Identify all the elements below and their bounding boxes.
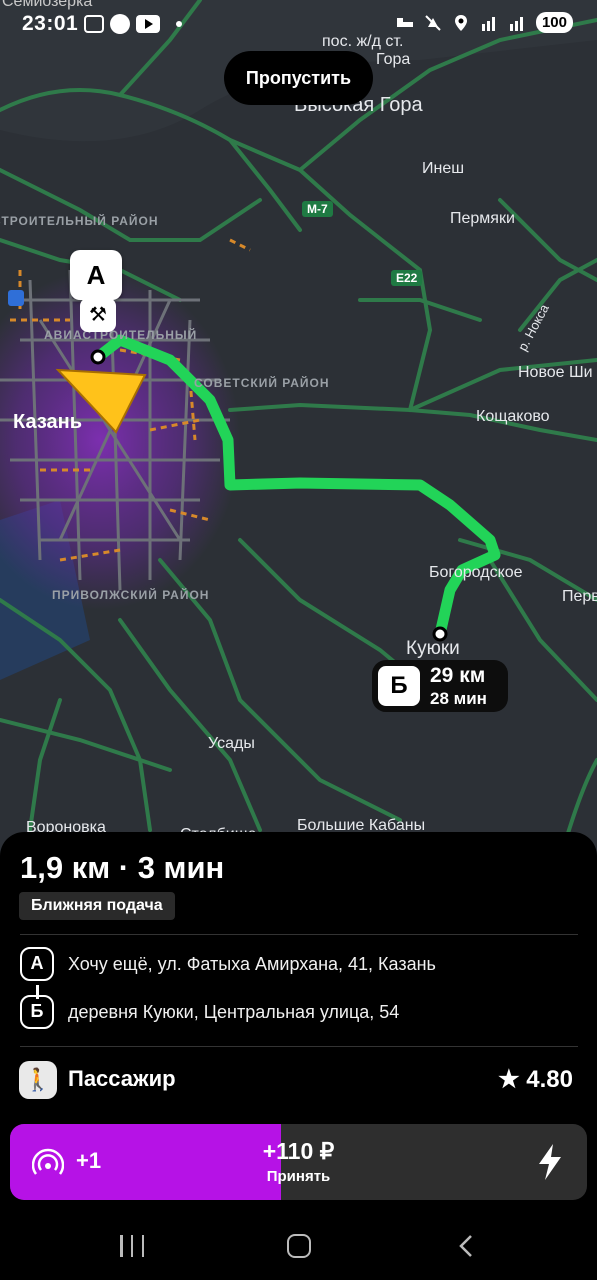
divider — [20, 1046, 578, 1047]
metro-icon — [8, 290, 24, 306]
divider — [20, 934, 578, 935]
battery-indicator: 100 — [535, 12, 573, 33]
status-time: 23:01 — [22, 12, 79, 35]
district-label: СТРОИТЕЛЬНЫЙ РАЙОН — [0, 214, 159, 228]
map-label: Куюки — [406, 638, 460, 659]
app-notification-icon — [110, 14, 130, 34]
signal-4g-icon — [481, 16, 495, 31]
order-badge: Ближняя подача — [19, 892, 175, 920]
mute-icon — [425, 14, 441, 31]
route-duration: 28 мин — [430, 689, 487, 708]
map-label: Кощаково — [476, 408, 550, 425]
route-map[interactable]: Семиозерка пос. ж/д ст. Гора Высокая Гор… — [0, 0, 597, 860]
bed-icon — [396, 17, 413, 27]
road-badge-m7: М-7 — [302, 201, 333, 217]
location-icon — [454, 14, 467, 31]
route-distance: 29 км — [430, 664, 486, 687]
dropoff-letter-icon: Б — [20, 995, 54, 1029]
skip-button[interactable]: Пропустить — [224, 51, 373, 105]
district-label: СОВЕТСКИЙ РАЙОН — [194, 376, 330, 390]
screenshot-icon — [84, 15, 104, 33]
accept-price: +110 ₽ — [262, 1138, 335, 1164]
map-canvas — [0, 0, 597, 860]
back-icon[interactable] — [456, 1234, 476, 1258]
notification-dot-icon — [176, 21, 182, 27]
map-label: Пермяки — [450, 210, 515, 227]
destination-card[interactable]: Б 29 км 28 мин — [372, 660, 508, 712]
home-icon[interactable] — [287, 1234, 311, 1258]
dropoff-address: деревня Куюки, Центральная улица, 54 — [68, 1001, 400, 1022]
passenger-rating: ★ 4.80 — [498, 1066, 573, 1093]
district-label: ПРИВОЛЖСКИЙ РАЙОН — [52, 588, 210, 602]
destination-marker: Б — [378, 666, 420, 706]
signal-icon — [509, 16, 523, 31]
accept-button[interactable]: +1 +110 ₽ Принять — [10, 1124, 587, 1200]
map-label: Инеш — [422, 160, 465, 177]
route-start-dot — [90, 349, 106, 365]
dropoff-address-row[interactable]: Б деревня Куюки, Центральная улица, 54 — [20, 994, 399, 1030]
youtube-icon — [136, 15, 160, 33]
person-walking-icon: 🚶 — [19, 1061, 57, 1099]
pickup-address-row[interactable]: А Хочу ещё, ул. Фатыха Амирхана, 41, Каз… — [20, 946, 436, 982]
road-badge-e22: E22 — [391, 270, 423, 286]
district-label: АВИАСТРОИТЕЛЬНЫЙ — [44, 328, 198, 342]
pickup-address: Хочу ещё, ул. Фатыха Амирхана, 41, Казан… — [68, 953, 436, 974]
system-nav-bar — [0, 1210, 597, 1280]
pickup-letter-icon: А — [20, 947, 54, 981]
pickup-marker[interactable]: А — [70, 250, 122, 300]
lightning-bolt-icon — [539, 1144, 561, 1180]
status-bar: 23:01 100 — [0, 0, 597, 44]
map-label-city: Казань — [13, 411, 82, 433]
map-label: Новое Ши — [518, 364, 593, 381]
passenger-label: Пассажир — [68, 1066, 176, 1091]
tools-icon: ⚒ — [80, 298, 116, 332]
recents-icon[interactable] — [120, 1235, 144, 1257]
map-label: Усады — [208, 735, 255, 752]
map-label: Перв — [562, 588, 597, 605]
map-label: Богородское — [429, 564, 523, 581]
accept-label: Принять — [266, 1168, 331, 1185]
order-eta: 1,9 км · 3 мин — [20, 850, 225, 885]
map-label: Гора — [376, 51, 411, 68]
